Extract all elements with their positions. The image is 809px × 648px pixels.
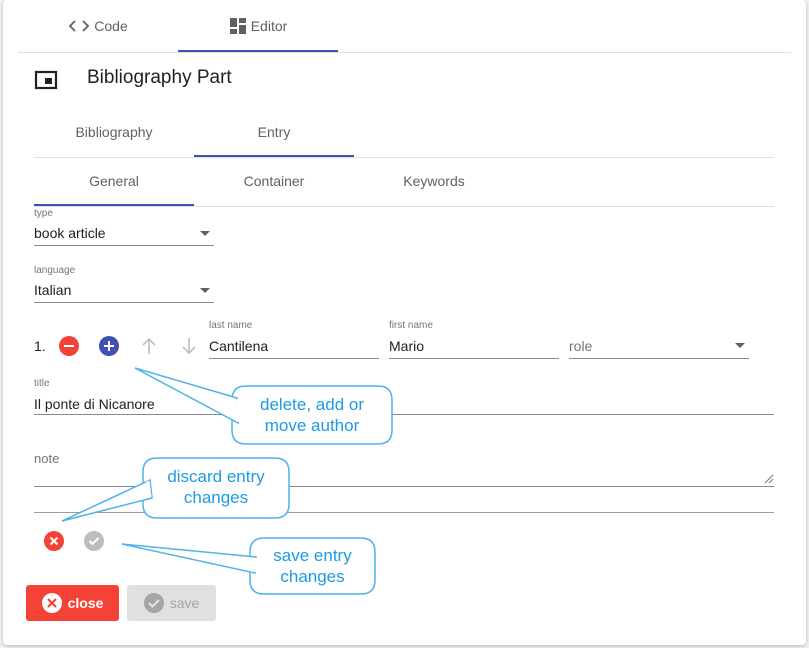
callout-author-text: delete, add or move author xyxy=(232,394,392,436)
callout-author-line-1: delete, add or xyxy=(260,395,364,414)
callout-save-line-2: changes xyxy=(280,567,345,586)
callout-author-line-2: move author xyxy=(264,416,360,435)
callout-discard-line-2: changes xyxy=(183,488,249,507)
callout-layer xyxy=(61,367,393,595)
callout-save-text: save entry changes xyxy=(250,545,375,587)
callout-discard-text: discard entry changes xyxy=(143,466,289,508)
callout-save-line-1: save entry xyxy=(273,546,352,565)
callout-discard-line-1: discard entry xyxy=(167,467,265,486)
